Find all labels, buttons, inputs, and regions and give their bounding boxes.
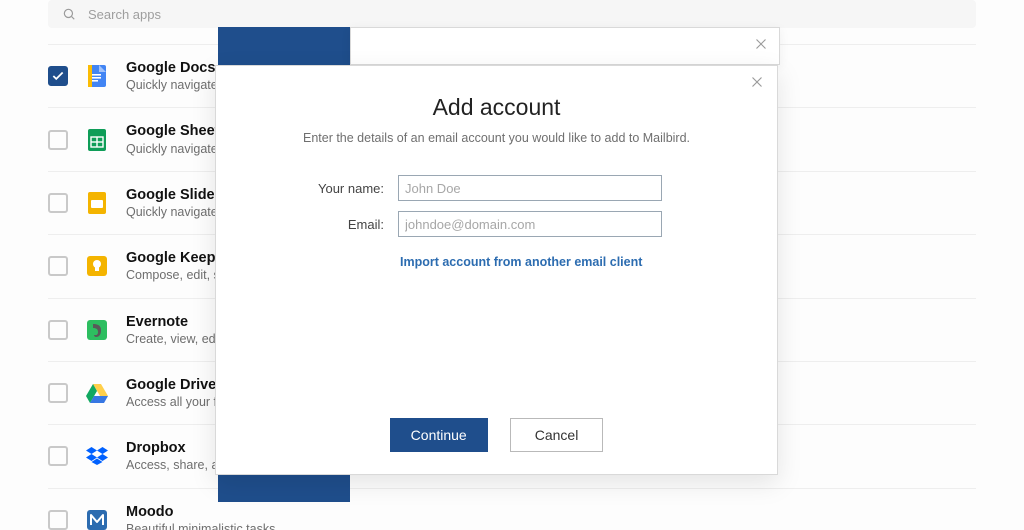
name-label: Your name: bbox=[216, 181, 398, 196]
checkbox-google-keep[interactable] bbox=[48, 256, 68, 276]
parent-dialog bbox=[350, 27, 780, 65]
search-icon bbox=[62, 7, 76, 21]
moodo-icon bbox=[86, 509, 108, 530]
cancel-button[interactable]: Cancel bbox=[510, 418, 604, 452]
checkbox-moodo[interactable] bbox=[48, 510, 68, 530]
add-account-dialog: Add account Enter the details of an emai… bbox=[215, 65, 778, 475]
app-title: Moodo bbox=[126, 503, 275, 521]
name-input[interactable] bbox=[398, 175, 662, 201]
checkbox-dropbox[interactable] bbox=[48, 446, 68, 466]
dialog-subtitle: Enter the details of an email account yo… bbox=[216, 131, 777, 145]
dropbox-icon bbox=[86, 445, 108, 467]
checkbox-evernote[interactable] bbox=[48, 320, 68, 340]
search-bar[interactable] bbox=[48, 0, 976, 28]
checkbox-google-drive[interactable] bbox=[48, 383, 68, 403]
close-icon[interactable] bbox=[751, 34, 771, 54]
email-input[interactable] bbox=[398, 211, 662, 237]
checkbox-google-slides[interactable] bbox=[48, 193, 68, 213]
continue-button[interactable]: Continue bbox=[390, 418, 488, 452]
add-account-form: Your name: Email: Import account from an… bbox=[216, 175, 777, 271]
google-keep-icon bbox=[86, 255, 108, 277]
evernote-icon bbox=[86, 319, 108, 341]
checkbox-google-docs[interactable] bbox=[48, 66, 68, 86]
google-drive-icon bbox=[86, 382, 108, 404]
close-icon[interactable] bbox=[747, 72, 767, 92]
search-input[interactable] bbox=[88, 7, 962, 22]
dialog-title: Add account bbox=[216, 94, 777, 121]
google-slides-icon bbox=[86, 192, 108, 214]
email-label: Email: bbox=[216, 217, 398, 232]
google-docs-icon bbox=[86, 65, 108, 87]
import-account-link[interactable]: Import account from another email client bbox=[400, 255, 642, 269]
app-desc: Beautiful minimalistic tasks bbox=[126, 521, 275, 530]
checkbox-google-sheets[interactable] bbox=[48, 130, 68, 150]
google-sheets-icon bbox=[86, 129, 108, 151]
app-row-moodo[interactable]: Moodo Beautiful minimalistic tasks bbox=[48, 489, 976, 530]
